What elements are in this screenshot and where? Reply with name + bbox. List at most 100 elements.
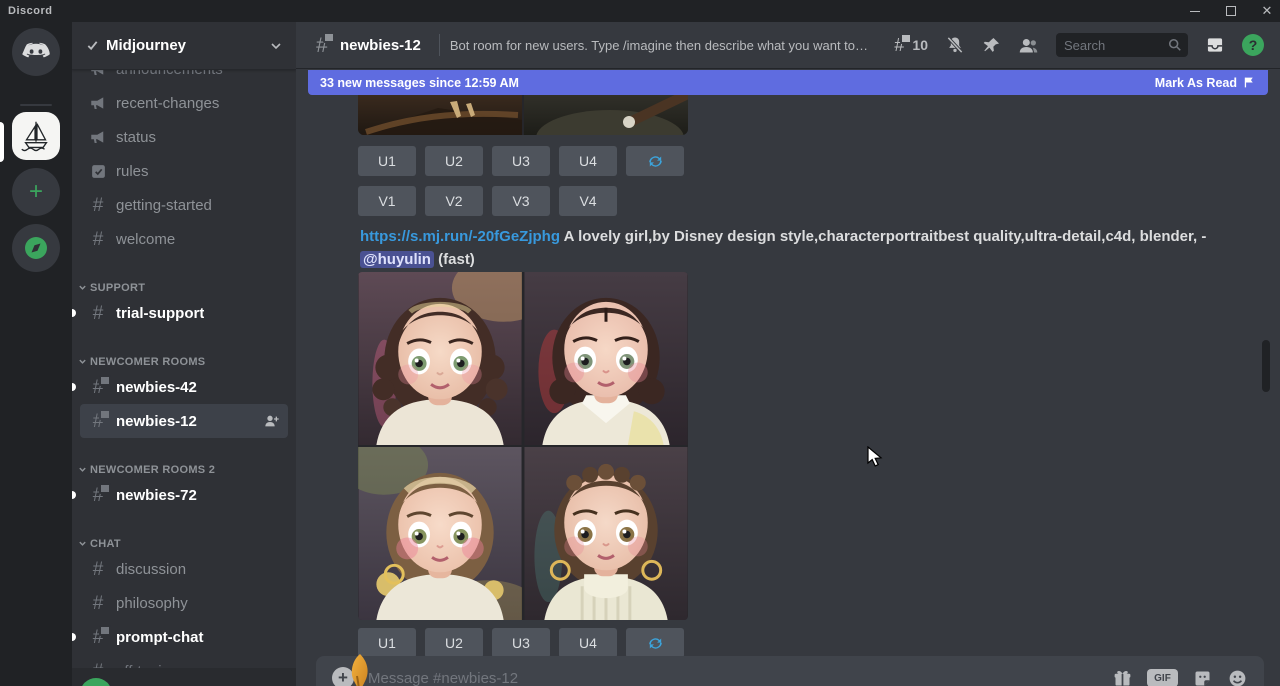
channel-topic[interactable]: Bot room for new users. Type /imagine th… bbox=[450, 38, 870, 53]
search-input[interactable] bbox=[1062, 37, 1168, 54]
megaphone-icon bbox=[88, 128, 108, 146]
channel-title: newbies-12 bbox=[340, 37, 421, 54]
sailboat-icon bbox=[17, 117, 55, 155]
server-midjourney-button[interactable] bbox=[12, 112, 60, 160]
pin-icon bbox=[982, 36, 1001, 55]
maximize-button[interactable] bbox=[1224, 4, 1238, 18]
new-messages-text: 33 new messages since 12:59 AM bbox=[320, 76, 519, 90]
sidebar-item-status[interactable]: status bbox=[80, 120, 288, 154]
close-button[interactable]: ✕ bbox=[1260, 4, 1274, 18]
generated-image-1[interactable] bbox=[358, 272, 522, 445]
explore-servers-button[interactable] bbox=[12, 224, 60, 272]
sidebar-item-newbies-72[interactable]: # newbies-72 bbox=[80, 478, 288, 512]
previous-generated-image[interactable] bbox=[358, 88, 688, 135]
hash-icon: # bbox=[88, 196, 108, 215]
u1-button[interactable]: U1 bbox=[358, 146, 416, 176]
server-header[interactable]: Midjourney bbox=[72, 22, 296, 70]
prompt-text: A lovely girl,by Disney design style,cha… bbox=[564, 228, 1207, 245]
sidebar-item-trial-support[interactable]: # trial-support bbox=[80, 296, 288, 330]
hash-chat-icon: # bbox=[88, 412, 108, 431]
discord-logo-icon bbox=[22, 42, 50, 62]
create-invite-button[interactable] bbox=[264, 413, 280, 429]
u4-button[interactable]: U4 bbox=[559, 146, 617, 176]
sidebar-item-newbies-42[interactable]: # newbies-42 bbox=[80, 370, 288, 404]
sidebar-item-newbies-12[interactable]: # newbies-12 bbox=[80, 404, 288, 438]
minimize-icon bbox=[1190, 11, 1200, 12]
reroll-button[interactable] bbox=[626, 628, 684, 658]
message-link[interactable]: https://s.mj.run/-20fGeZjphg bbox=[360, 228, 560, 245]
portrait-girl-4 bbox=[524, 447, 688, 620]
member-list-button[interactable] bbox=[1018, 35, 1039, 56]
gift-icon[interactable] bbox=[1112, 668, 1133, 686]
channel-list: announcements recent-changes status rule… bbox=[72, 22, 296, 686]
chat-scrollbar-thumb[interactable] bbox=[1262, 340, 1270, 392]
u3-button[interactable]: U3 bbox=[492, 146, 550, 176]
new-messages-banner[interactable]: 33 new messages since 12:59 AM Mark As R… bbox=[308, 70, 1268, 95]
portrait-girl-1 bbox=[358, 272, 522, 445]
hash-icon: # bbox=[88, 230, 108, 249]
generated-image-grid bbox=[358, 272, 688, 620]
reroll-button[interactable] bbox=[626, 146, 684, 176]
pen-cursor-overlay bbox=[346, 652, 374, 686]
sidebar-item-rules[interactable]: rules bbox=[80, 154, 288, 188]
minimize-button[interactable] bbox=[1188, 4, 1202, 18]
sidebar-item-getting-started[interactable]: # getting-started bbox=[80, 188, 288, 222]
u2-button[interactable]: U2 bbox=[425, 146, 483, 176]
rules-icon bbox=[88, 163, 108, 180]
category-support[interactable]: SUPPORT bbox=[72, 270, 296, 296]
portrait-girl-2 bbox=[524, 272, 688, 445]
category-chat[interactable]: CHAT bbox=[72, 526, 296, 552]
emoji-icon[interactable] bbox=[1227, 668, 1248, 686]
v3-button[interactable]: V3 bbox=[492, 186, 550, 216]
unread-pill bbox=[72, 383, 76, 391]
notifications-muted-button[interactable] bbox=[945, 35, 965, 55]
chevron-down-icon bbox=[78, 465, 87, 474]
prompt-message-line1: https://s.mj.run/-20fGeZjphg A lovely gi… bbox=[360, 228, 1206, 245]
plus-icon: + bbox=[29, 180, 43, 204]
question-mark-icon: ? bbox=[1249, 37, 1258, 53]
sidebar-item-welcome[interactable]: # welcome bbox=[80, 222, 288, 256]
mark-as-read-button[interactable]: Mark As Read bbox=[1155, 76, 1256, 90]
u3-button[interactable]: U3 bbox=[492, 628, 550, 658]
megaphone-icon bbox=[88, 94, 108, 112]
category-newcomer-rooms-2[interactable]: NEWCOMER ROOMS 2 bbox=[72, 452, 296, 478]
threads-button[interactable]: # 10 bbox=[889, 36, 928, 54]
variation-button-row: V1 V2 V3 V4 bbox=[358, 186, 617, 216]
user-mention[interactable]: @huyulin bbox=[360, 251, 434, 268]
home-button[interactable] bbox=[12, 28, 60, 76]
pinned-messages-button[interactable] bbox=[982, 36, 1001, 55]
category-newcomer-rooms[interactable]: NEWCOMER ROOMS bbox=[72, 344, 296, 370]
help-button[interactable]: ? bbox=[1242, 34, 1264, 56]
members-icon bbox=[1018, 35, 1039, 56]
v1-button[interactable]: V1 bbox=[358, 186, 416, 216]
sticker-icon[interactable] bbox=[1192, 668, 1213, 686]
u2-button[interactable]: U2 bbox=[425, 628, 483, 658]
v4-button[interactable]: V4 bbox=[559, 186, 617, 216]
compass-icon bbox=[23, 235, 49, 261]
generated-image-3[interactable] bbox=[358, 447, 522, 620]
sidebar-item-discussion[interactable]: # discussion bbox=[80, 552, 288, 586]
hash-chat-icon: # bbox=[88, 378, 108, 397]
composer-placeholder[interactable]: Message #newbies-12 bbox=[368, 670, 1112, 686]
v2-button[interactable]: V2 bbox=[425, 186, 483, 216]
gif-picker-button[interactable]: GIF bbox=[1147, 669, 1178, 686]
chevron-down-icon bbox=[78, 283, 87, 292]
generated-image-2[interactable] bbox=[524, 272, 688, 445]
sidebar-item-prompt-chat[interactable]: # prompt-chat bbox=[80, 620, 288, 654]
person-add-icon bbox=[264, 413, 280, 429]
inbox-button[interactable] bbox=[1205, 35, 1225, 55]
sidebar-item-recent-changes[interactable]: recent-changes bbox=[80, 86, 288, 120]
user-avatar[interactable] bbox=[80, 678, 112, 686]
message-composer[interactable]: + Message #newbies-12 GIF bbox=[316, 656, 1264, 686]
add-server-button[interactable]: + bbox=[12, 168, 60, 216]
search-box[interactable] bbox=[1056, 33, 1188, 57]
generated-image-4[interactable] bbox=[524, 447, 688, 620]
verified-check-icon bbox=[86, 39, 99, 52]
rail-divider bbox=[20, 104, 52, 106]
hash-chat-icon: # bbox=[312, 35, 332, 56]
chevron-down-icon bbox=[78, 539, 87, 548]
sidebar-item-philosophy[interactable]: # philosophy bbox=[80, 586, 288, 620]
chat-area: # newbies-12 Bot room for new users. Typ… bbox=[296, 22, 1280, 686]
inbox-icon bbox=[1205, 35, 1225, 55]
u4-button[interactable]: U4 bbox=[559, 628, 617, 658]
